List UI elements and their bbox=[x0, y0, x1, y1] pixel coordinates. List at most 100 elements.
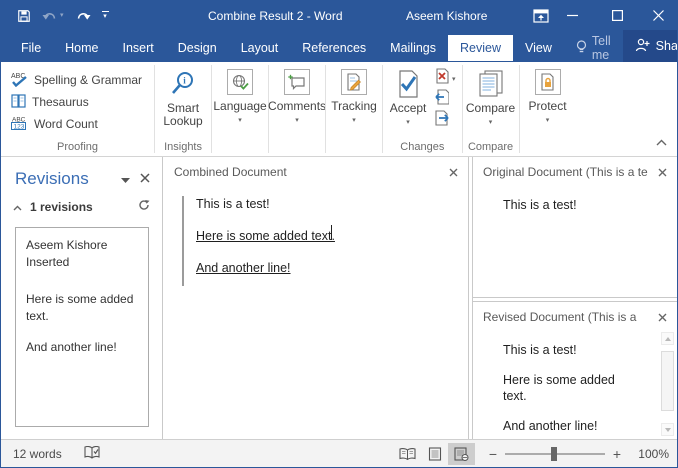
ribbon-display-options-icon[interactable] bbox=[533, 1, 549, 30]
scroll-down-icon[interactable] bbox=[661, 423, 674, 436]
group-insights: i Smart Lookup Insights bbox=[155, 62, 211, 156]
combined-close-icon[interactable] bbox=[443, 168, 458, 177]
save-icon[interactable] bbox=[17, 9, 31, 23]
lightbulb-icon bbox=[576, 40, 587, 57]
group-changes: Accept ▾ ▾ bbox=[383, 62, 462, 156]
zoom-level[interactable]: 100% bbox=[627, 447, 669, 461]
accept-button[interactable]: Accept ▾ bbox=[383, 64, 433, 129]
refresh-icon[interactable] bbox=[138, 198, 150, 216]
maximize-button[interactable] bbox=[602, 1, 632, 30]
undo-icon[interactable]: ▾ bbox=[42, 10, 64, 22]
web-layout-icon[interactable] bbox=[448, 443, 475, 465]
combined-document-content[interactable]: This is a test! Here is some added text.… bbox=[164, 183, 468, 439]
tab-references[interactable]: References bbox=[290, 35, 378, 61]
word-count-icon: ABC123 bbox=[11, 115, 28, 133]
next-change-button[interactable] bbox=[435, 112, 456, 129]
ribbon: ABC Spelling & Grammar Thesaurus ABC123 … bbox=[1, 62, 677, 157]
customize-qat-icon[interactable]: ▾ bbox=[102, 11, 109, 20]
account-name[interactable]: Aseem Kishore bbox=[406, 1, 487, 30]
revisions-pane: Revisions 1 revisions Aseem KishoreInser bbox=[1, 157, 162, 439]
collapse-summary-icon[interactable] bbox=[13, 198, 22, 216]
quick-access-toolbar: ▾ ▾ bbox=[17, 1, 109, 30]
revisions-close-icon[interactable] bbox=[140, 170, 150, 188]
language-icon bbox=[227, 69, 253, 95]
scrollbar-thumb[interactable] bbox=[661, 351, 674, 411]
redo-icon[interactable] bbox=[75, 10, 91, 22]
original-document-content[interactable]: This is a test! bbox=[473, 183, 677, 227]
ribbon-tab-bar: File Home Insert Design Layout Reference… bbox=[1, 30, 677, 62]
next-change-icon bbox=[435, 110, 449, 131]
scrollbar-track[interactable] bbox=[661, 345, 674, 423]
chevron-down-icon: ▾ bbox=[406, 118, 410, 126]
group-compare: Compare ▾ Compare bbox=[463, 62, 519, 156]
chevron-down-icon: ▾ bbox=[546, 116, 550, 124]
original-close-icon[interactable] bbox=[652, 168, 667, 177]
svg-text:123: 123 bbox=[14, 124, 25, 131]
scroll-up-icon[interactable] bbox=[661, 332, 674, 345]
tracking-icon bbox=[341, 69, 367, 95]
tab-home[interactable]: Home bbox=[53, 35, 110, 61]
group-label-proofing: Proofing bbox=[57, 141, 98, 156]
minimize-button[interactable] bbox=[557, 1, 587, 30]
previous-change-icon bbox=[435, 89, 449, 110]
read-mode-icon[interactable] bbox=[394, 443, 421, 465]
changed-lines-bar bbox=[182, 196, 184, 286]
tab-review[interactable]: Review bbox=[448, 35, 513, 61]
print-layout-icon[interactable] bbox=[421, 443, 448, 465]
tracking-button[interactable]: Tracking ▾ bbox=[326, 62, 382, 156]
zoom-slider[interactable] bbox=[505, 453, 605, 455]
title-bar: ▾ ▾ Combine Result 2 - Word Aseem Kishor… bbox=[1, 1, 677, 30]
word-window: ▾ ▾ Combine Result 2 - Word Aseem Kishor… bbox=[0, 0, 678, 468]
tell-me-box[interactable]: Tell me bbox=[564, 35, 623, 61]
close-button[interactable] bbox=[643, 1, 673, 30]
compare-button[interactable]: Compare ▾ bbox=[463, 64, 519, 126]
tab-design[interactable]: Design bbox=[166, 35, 229, 61]
inserted-text-line: Here is some added text. bbox=[196, 228, 458, 244]
revised-close-icon[interactable] bbox=[652, 313, 667, 322]
word-count-status[interactable]: 12 words bbox=[13, 447, 62, 461]
source-documents-panes: Original Document (This is a te This is … bbox=[473, 157, 677, 439]
tab-file[interactable]: File bbox=[9, 35, 53, 61]
revision-action: Inserted bbox=[26, 255, 69, 269]
word-count-button[interactable]: ABC123 Word Count bbox=[7, 113, 146, 135]
revised-document-content[interactable]: This is a test! Here is some added text.… bbox=[473, 328, 677, 448]
language-button[interactable]: Language ▾ bbox=[212, 62, 268, 156]
tab-mailings[interactable]: Mailings bbox=[378, 35, 448, 61]
share-label: Share bbox=[656, 39, 678, 53]
main-area: Revisions 1 revisions Aseem KishoreInser bbox=[1, 157, 677, 439]
revisions-pane-title: Revisions bbox=[15, 169, 121, 189]
proofing-status-icon[interactable] bbox=[84, 446, 100, 462]
tab-insert[interactable]: Insert bbox=[111, 35, 166, 61]
document-line: And another line! bbox=[503, 418, 637, 434]
chevron-down-icon: ▾ bbox=[452, 75, 456, 83]
tab-view[interactable]: View bbox=[513, 35, 564, 61]
original-document-pane: Original Document (This is a te This is … bbox=[473, 157, 677, 297]
revision-text-line: And another line! bbox=[26, 339, 138, 356]
thesaurus-button[interactable]: Thesaurus bbox=[7, 91, 146, 113]
combined-pane-title: Combined Document bbox=[174, 165, 287, 179]
zoom-slider-thumb[interactable] bbox=[551, 447, 557, 461]
accept-icon bbox=[396, 69, 420, 99]
comments-button[interactable]: Comments ▾ bbox=[269, 62, 325, 156]
svg-text:i: i bbox=[183, 76, 186, 86]
share-button[interactable]: Share bbox=[623, 30, 678, 62]
revisions-dropdown-icon[interactable] bbox=[121, 170, 130, 188]
share-person-icon bbox=[635, 38, 650, 55]
tab-layout[interactable]: Layout bbox=[229, 35, 291, 61]
group-label-insights: Insights bbox=[164, 141, 202, 156]
document-line: This is a test! bbox=[503, 197, 637, 213]
protect-button[interactable]: Protect ▾ bbox=[520, 62, 576, 156]
reject-icon bbox=[435, 68, 449, 89]
previous-change-button[interactable] bbox=[435, 91, 456, 108]
document-line: This is a test! bbox=[503, 342, 637, 358]
reject-button[interactable]: ▾ bbox=[435, 70, 456, 87]
undo-dropdown-icon[interactable]: ▾ bbox=[60, 12, 64, 19]
chevron-down-icon: ▾ bbox=[238, 116, 242, 124]
tell-me-label: Tell me bbox=[592, 34, 611, 62]
collapse-ribbon-icon[interactable] bbox=[656, 133, 667, 151]
spelling-grammar-button[interactable]: ABC Spelling & Grammar bbox=[7, 69, 146, 91]
group-proofing: ABC Spelling & Grammar Thesaurus ABC123 … bbox=[1, 62, 154, 156]
revised-pane-scrollbar[interactable] bbox=[661, 332, 674, 436]
smart-lookup-button[interactable]: i Smart Lookup bbox=[155, 64, 211, 128]
revision-card[interactable]: Aseem KishoreInserted Here is some added… bbox=[15, 227, 149, 427]
